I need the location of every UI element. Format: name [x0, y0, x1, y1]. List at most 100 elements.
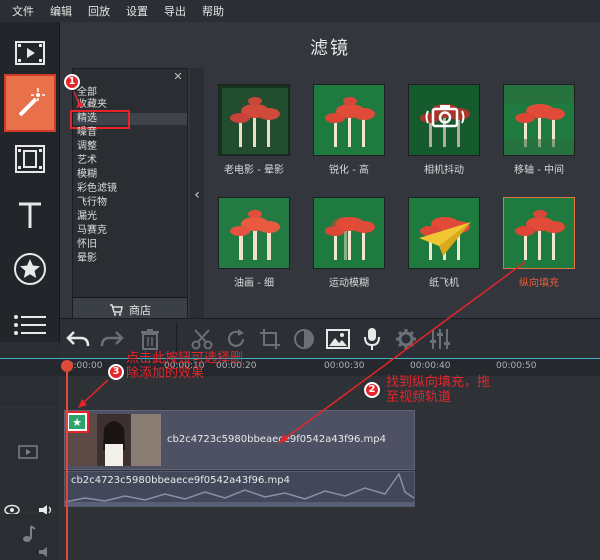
ruler-tick: 00:00:30	[324, 361, 365, 371]
transitions-tool-button[interactable]	[4, 132, 56, 186]
menu-playback[interactable]: 回放	[88, 3, 110, 19]
redo-icon	[100, 331, 124, 347]
crop-button[interactable]	[256, 325, 284, 353]
close-icon[interactable]: ✕	[171, 70, 185, 84]
voiceover-button[interactable]	[358, 325, 386, 353]
annotation-badge-3: 3	[108, 364, 124, 380]
category-retro[interactable]: 怀旧	[77, 239, 97, 251]
redo-button[interactable]	[98, 325, 126, 353]
mushroom-thumbnail	[504, 85, 574, 155]
mushroom-thumbnail	[504, 198, 574, 268]
menu-file[interactable]: 文件	[12, 3, 34, 19]
contrast-icon	[294, 329, 314, 349]
category-all[interactable]: 全部	[77, 87, 97, 99]
category-mosaic[interactable]: 马赛克	[77, 225, 107, 237]
gear-icon	[396, 329, 416, 349]
timeline-tracks: ★ cb2c4723c5980bbeaece9f0542a43f96.mp4 c…	[0, 376, 600, 560]
video-clip-name: cb2c4723c5980bbeaece9f0542a43f96.mp4	[167, 434, 386, 445]
mushroom-thumbnail	[314, 198, 384, 268]
tool-sidebar	[0, 22, 60, 342]
trash-icon	[141, 329, 159, 350]
filter-label-camera-shake: 相机抖动	[424, 165, 464, 176]
annotation-note-2: 找到纵向填充，拖至视频轨道	[386, 375, 491, 405]
filter-tile-old-movie[interactable]	[218, 84, 290, 156]
picture-icon	[326, 329, 350, 349]
delete-button[interactable]	[136, 325, 164, 353]
store-label: 商店	[129, 303, 151, 317]
filter-label-old-movie: 老电影 - 晕影	[224, 165, 284, 176]
filmstrip-transition-icon	[15, 145, 45, 173]
filter-label-tilt-shift: 移轴 - 中间	[514, 165, 564, 176]
equalizer-icon	[430, 329, 450, 349]
speaker-icon[interactable]	[38, 546, 54, 558]
ruler-tick: 00:00:50	[496, 361, 537, 371]
cut-button[interactable]	[188, 325, 216, 353]
filter-label-vertical-fill: 纵向填充	[519, 278, 559, 289]
menu-edit[interactable]: 编辑	[50, 3, 72, 19]
titles-tool-button[interactable]	[4, 188, 56, 242]
menu-settings[interactable]: 设置	[126, 3, 148, 19]
rotate-button[interactable]	[222, 325, 250, 353]
filter-tile-sharpen[interactable]	[313, 84, 385, 156]
list-icon	[14, 315, 46, 335]
microphone-icon	[364, 328, 380, 350]
filter-label-paper-plane: 纸飞机	[429, 278, 459, 289]
filter-label-motion-blur: 运动模糊	[329, 278, 369, 289]
filter-label-oil-paint: 油画 - 细	[234, 278, 274, 289]
annotation-note-3: 点击此按钮可选择删除添加的效果	[126, 351, 244, 381]
category-list: ✕ 全部 收藏夹 精选 噪音 调整 艺术 模糊 彩色滤镜 飞行物 漏光 马赛克 …	[70, 68, 188, 322]
effect-star-icon[interactable]: ★	[65, 411, 89, 433]
timeline-ruler[interactable]: 00:00:00 00:00:10 00:00:20 00:00:30 00:0…	[0, 358, 600, 376]
filter-tile-vertical-fill[interactable]	[503, 197, 575, 269]
filter-tile-motion-blur[interactable]	[313, 197, 385, 269]
track-header-audio	[0, 514, 58, 560]
menu-help[interactable]: 帮助	[202, 3, 224, 19]
filters-tool-button[interactable]	[4, 74, 56, 132]
playhead-handle[interactable]	[61, 360, 73, 372]
stickers-tool-button[interactable]	[4, 242, 56, 296]
filter-tile-oil-paint[interactable]	[218, 197, 290, 269]
audio-clip[interactable]: cb2c4723c5980bbeaece9f0542a43f96.mp4	[64, 471, 415, 507]
category-blur[interactable]: 模糊	[77, 169, 97, 181]
category-noise[interactable]: 噪音	[77, 127, 97, 139]
menu-export[interactable]: 导出	[164, 3, 186, 19]
panel-title: 滤镜	[310, 38, 350, 59]
filter-tile-tilt-shift[interactable]	[503, 84, 575, 156]
category-adjust[interactable]: 调整	[77, 141, 97, 153]
category-color-filters[interactable]: 彩色滤镜	[77, 183, 117, 195]
color-adjust-button[interactable]	[290, 325, 318, 353]
annotation-badge-2: 2	[364, 382, 380, 398]
undo-button[interactable]	[64, 325, 92, 353]
filter-label-sharpen: 锐化 - 高	[329, 165, 369, 176]
undo-icon	[66, 331, 90, 347]
playhead[interactable]	[66, 362, 68, 560]
mushroom-thumbnail	[219, 198, 289, 268]
text-t-icon	[19, 202, 41, 228]
crop-icon	[260, 329, 280, 349]
mushroom-thumbnail	[409, 198, 479, 268]
clip-settings-button[interactable]	[392, 325, 420, 353]
star-sticker-icon	[14, 253, 46, 285]
image-button[interactable]	[324, 325, 352, 353]
equalizer-button[interactable]	[426, 325, 454, 353]
category-light-leaks[interactable]: 漏光	[77, 211, 97, 223]
mushroom-thumbnail	[409, 85, 479, 155]
media-import-button[interactable]	[4, 26, 56, 80]
category-art[interactable]: 艺术	[77, 155, 97, 167]
scissors-icon	[191, 329, 213, 350]
video-clip[interactable]: ★ cb2c4723c5980bbeaece9f0542a43f96.mp4	[64, 410, 415, 470]
filters-panel: 滤镜 ✕ 全部 收藏夹 精选 噪音 调整 艺术 模糊 彩色滤镜 飞行物 漏光 马…	[60, 22, 600, 322]
mushroom-thumbnail	[219, 85, 289, 155]
annotation-badge-1: 1	[64, 74, 80, 90]
filter-tile-paper-plane[interactable]	[408, 197, 480, 269]
menu-bar: 文件 编辑 回放 设置 导出 帮助	[0, 0, 600, 22]
ruler-tick: 00:00:40	[410, 361, 451, 371]
more-tools-button[interactable]	[4, 298, 56, 352]
category-flying-objects[interactable]: 飞行物	[77, 197, 107, 209]
music-note-icon	[23, 525, 36, 542]
filter-tile-camera-shake[interactable]	[408, 84, 480, 156]
track-header-video	[0, 408, 58, 516]
film-icon	[15, 41, 45, 65]
mushroom-thumbnail	[314, 85, 384, 155]
category-vignette[interactable]: 晕影	[77, 253, 97, 265]
